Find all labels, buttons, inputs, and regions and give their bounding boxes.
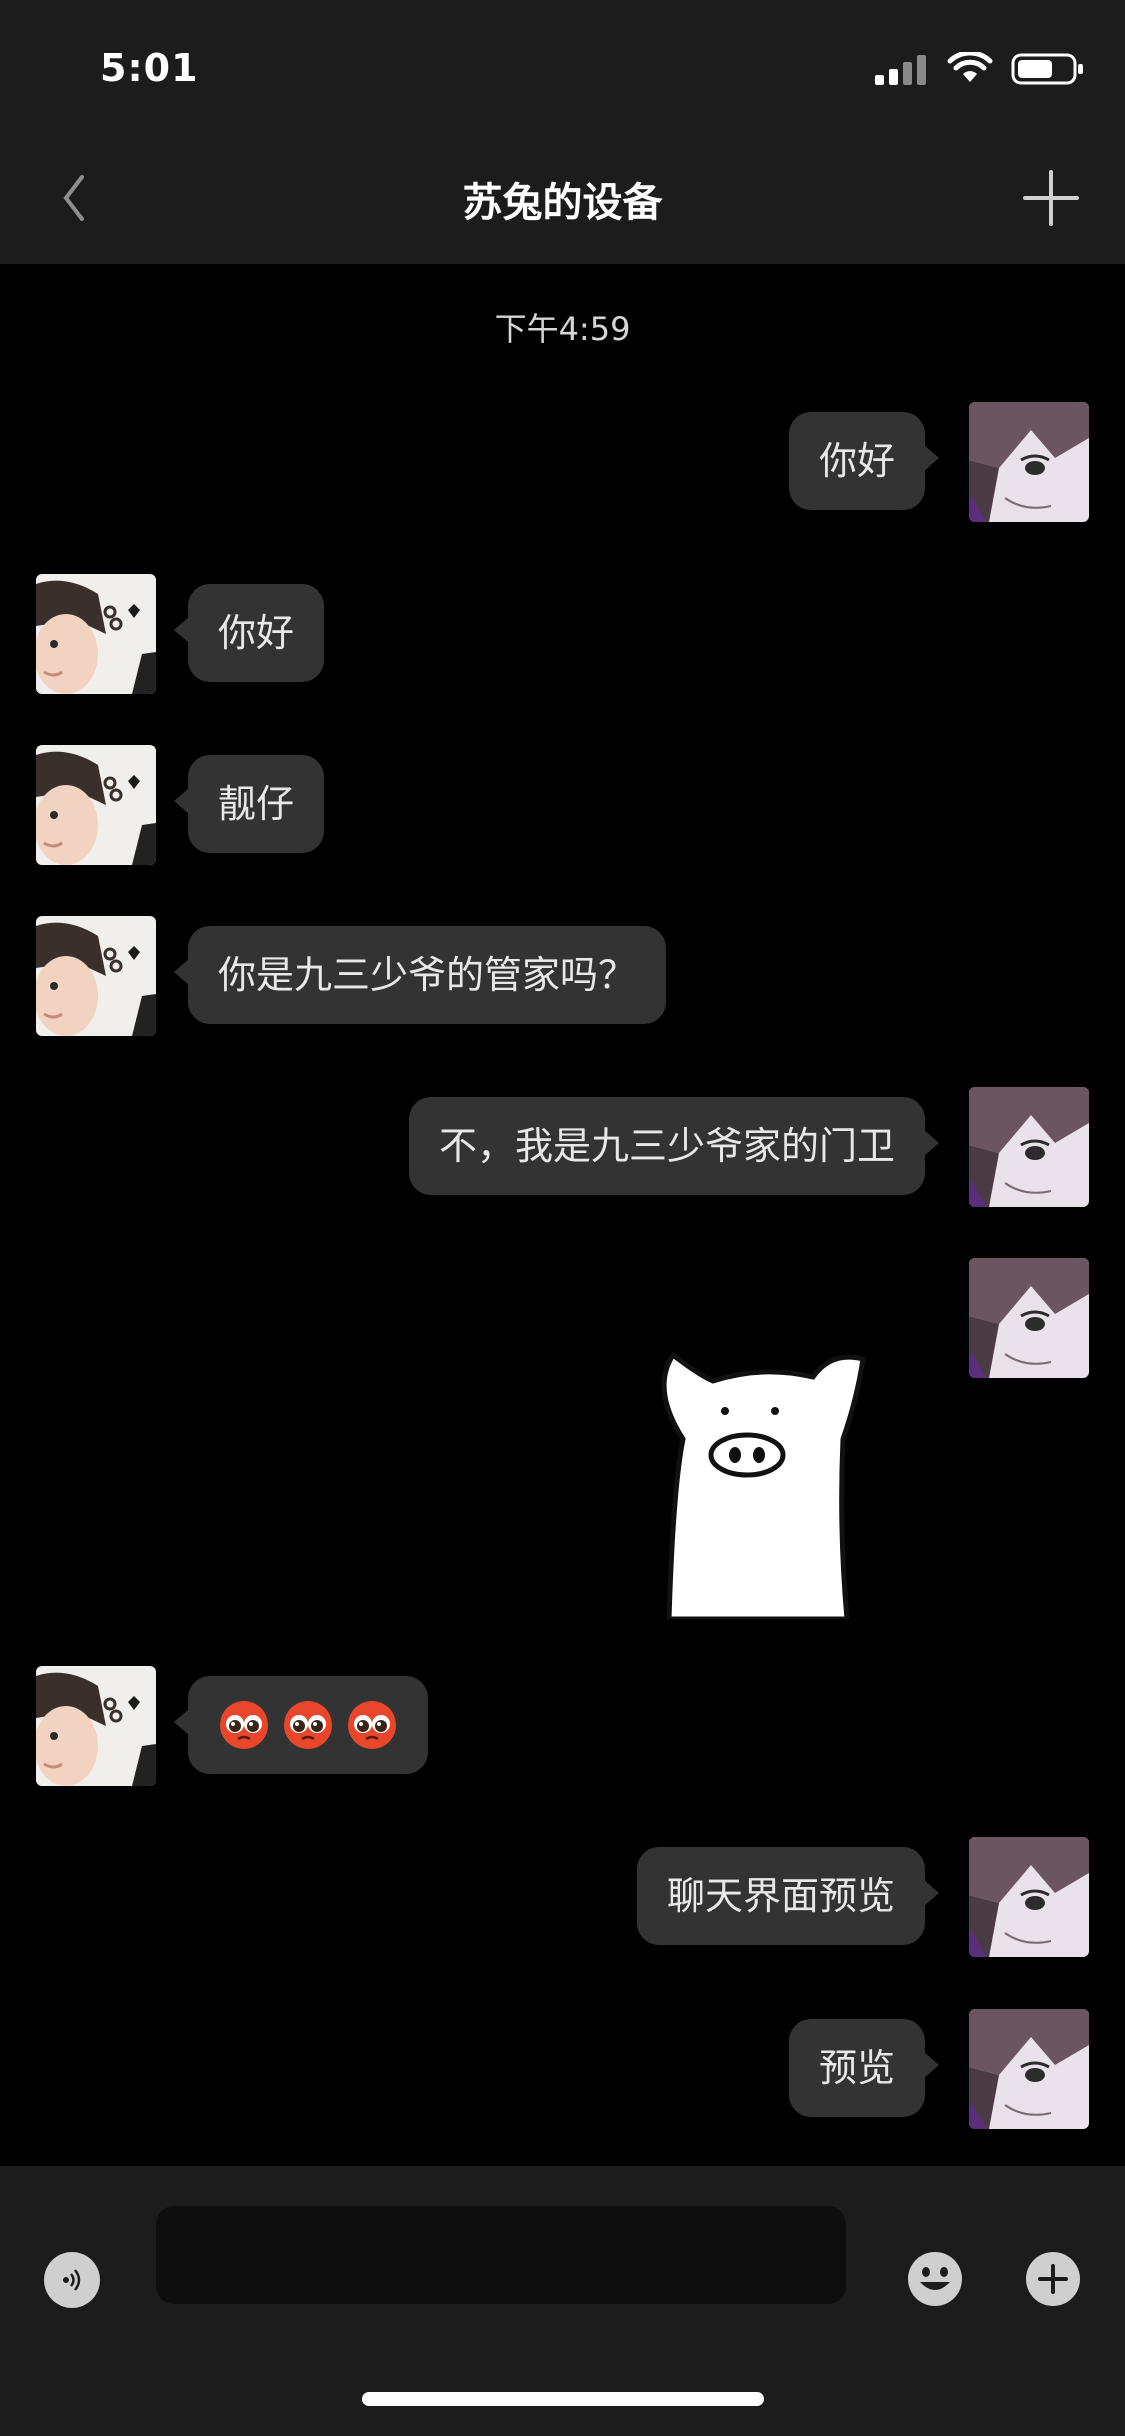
avatar[interactable] bbox=[969, 2009, 1089, 2129]
smiley-icon bbox=[908, 2252, 962, 2306]
signal-icon bbox=[875, 55, 926, 85]
avatar[interactable] bbox=[36, 916, 156, 1036]
message-bubble[interactable]: 靓仔 bbox=[173, 755, 325, 853]
avatar[interactable] bbox=[36, 574, 156, 694]
wifi-icon bbox=[947, 52, 993, 82]
message-input[interactable] bbox=[156, 2206, 846, 2304]
message-row: 不，我是九三少爷家的门卫 bbox=[0, 1087, 1125, 1209]
message-bubble[interactable]: 你好 bbox=[173, 584, 325, 682]
avatar[interactable] bbox=[969, 1837, 1089, 1957]
message-row bbox=[0, 1666, 1125, 1788]
message-row: 靓仔 bbox=[0, 745, 1125, 867]
battery-icon bbox=[1011, 53, 1083, 85]
avatar-child-image bbox=[36, 1666, 156, 1786]
add-button[interactable] bbox=[1021, 168, 1081, 228]
avatar[interactable] bbox=[969, 1087, 1089, 1207]
message-row: 你好 bbox=[0, 574, 1125, 696]
message-row: 聊天界面预览 bbox=[0, 1837, 1125, 1959]
emoji-button[interactable] bbox=[906, 2250, 964, 2308]
avatar[interactable] bbox=[36, 1666, 156, 1786]
message-timestamp: 下午4:59 bbox=[494, 310, 631, 348]
message-row: 你是九三少爷的管家吗？ bbox=[0, 916, 1125, 1038]
pleading-face-emoji bbox=[348, 1701, 396, 1749]
pleading-face-emoji bbox=[220, 1701, 268, 1749]
status-time: 5:01 bbox=[100, 46, 199, 90]
message-bubble[interactable]: 你好 bbox=[788, 412, 940, 510]
message-bubble[interactable] bbox=[174, 1676, 428, 1774]
nav-bar: 苏兔的设备 bbox=[0, 132, 1125, 264]
avatar-anime-image bbox=[969, 1837, 1089, 1957]
more-button[interactable] bbox=[1024, 2250, 1082, 2308]
message-row bbox=[0, 1258, 1125, 1380]
page-title: 苏兔的设备 bbox=[462, 180, 663, 226]
pleading-face-emoji bbox=[284, 1701, 332, 1749]
message-bubble[interactable]: 预览 bbox=[788, 2019, 940, 2117]
avatar[interactable] bbox=[969, 1258, 1089, 1378]
avatar-anime-image bbox=[969, 402, 1089, 522]
message-bubble[interactable]: 你是九三少爷的管家吗？ bbox=[173, 926, 667, 1024]
voice-icon bbox=[63, 2269, 81, 2291]
message-bubble[interactable]: 聊天界面预览 bbox=[636, 1847, 940, 1945]
avatar[interactable] bbox=[969, 402, 1089, 522]
avatar-child-image bbox=[36, 916, 156, 1036]
avatar-anime-image bbox=[969, 1087, 1089, 1207]
status-icons bbox=[875, 52, 1085, 86]
avatar[interactable] bbox=[36, 745, 156, 865]
avatar-anime-image bbox=[969, 1258, 1089, 1378]
avatar-child-image bbox=[36, 574, 156, 694]
plus-icon bbox=[1023, 170, 1079, 226]
avatar-child-image bbox=[36, 745, 156, 865]
pig-sticker[interactable] bbox=[643, 1329, 893, 1619]
message-bubble[interactable]: 不，我是九三少爷家的门卫 bbox=[408, 1097, 940, 1195]
message-row: 预览 bbox=[0, 2009, 1125, 2131]
voice-button[interactable] bbox=[44, 2252, 100, 2308]
status-bar: 5:01 bbox=[0, 0, 1125, 132]
message-row: 你好 bbox=[0, 402, 1125, 524]
home-indicator[interactable] bbox=[362, 2392, 764, 2406]
chat-area[interactable]: 下午4:59 你好 你好 靓仔 你是九三少爷的管家吗？ 不，我是九三少爷家的门卫… bbox=[0, 264, 1125, 2166]
plus-circle-icon bbox=[1026, 2252, 1080, 2306]
avatar-anime-image bbox=[969, 2009, 1089, 2129]
